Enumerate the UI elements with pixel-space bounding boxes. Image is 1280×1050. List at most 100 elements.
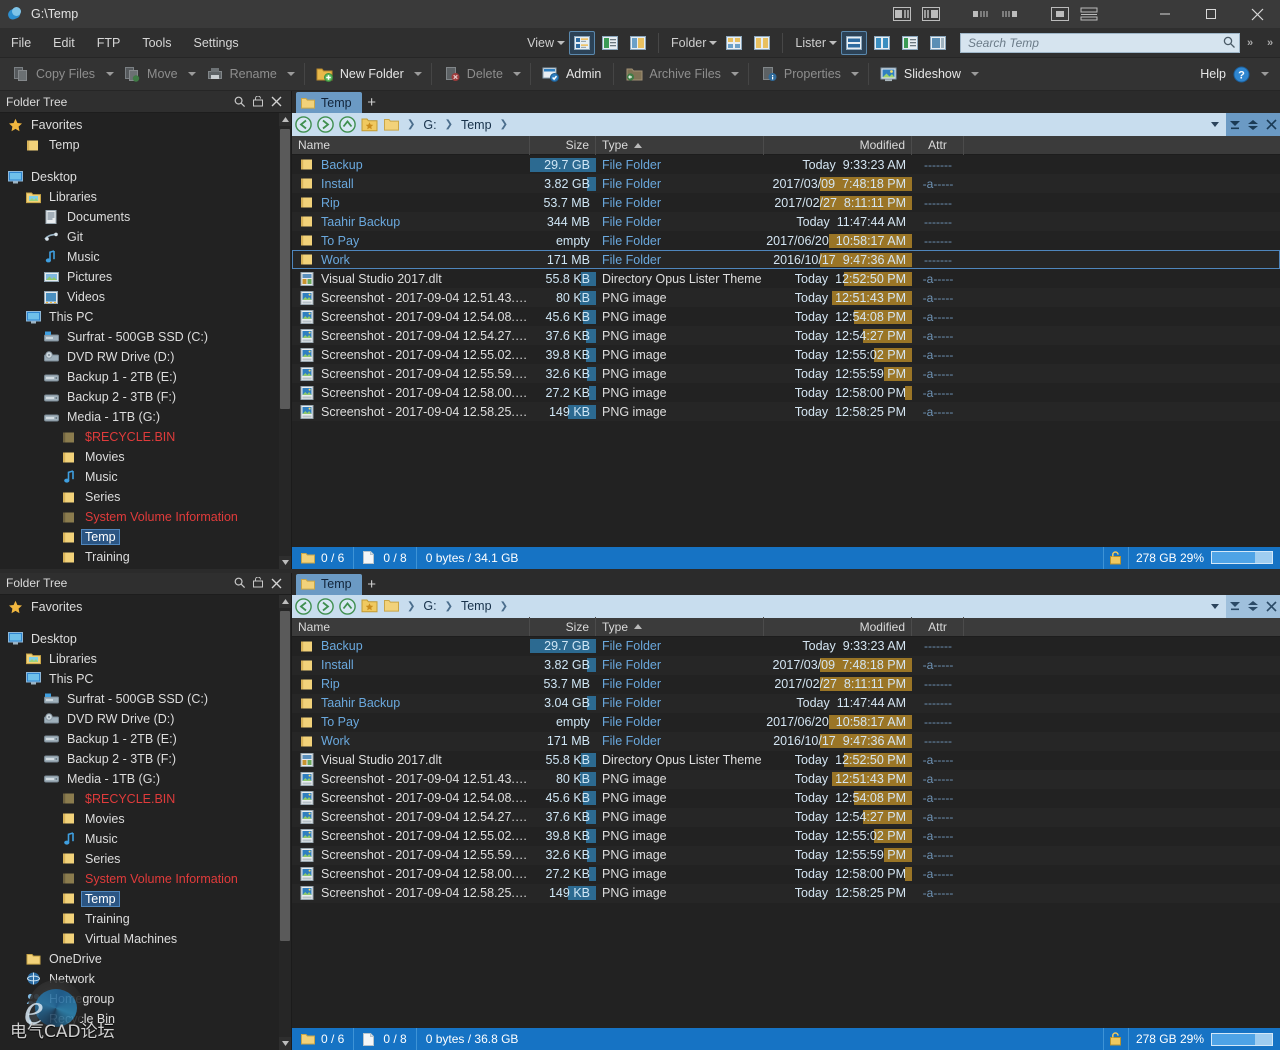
- tree-item-movies[interactable]: Movies: [0, 447, 291, 467]
- slideshow-dropdown-icon[interactable]: [968, 60, 983, 88]
- lister-top-new-tab-button[interactable]: +: [362, 92, 382, 113]
- col-header-type[interactable]: Type: [596, 617, 764, 636]
- table-row[interactable]: Taahir Backup 344 MB File Folder Today 11:47…: [292, 212, 1280, 231]
- cell-name[interactable]: Visual Studio 2017.dlt: [292, 271, 530, 287]
- table-row[interactable]: Screenshot - 2017-09-04 12.58.00.png 27.2…: [292, 865, 1280, 884]
- new-folder-button[interactable]: New Folder: [310, 60, 411, 88]
- copy-files-dropdown-icon[interactable]: [102, 60, 117, 88]
- rename-button[interactable]: Rename: [200, 60, 284, 88]
- folder-grid-icon[interactable]: [721, 31, 747, 55]
- tree-item-documents[interactable]: Documents: [0, 207, 291, 227]
- col-header-name[interactable]: Name: [292, 135, 530, 155]
- tree-item-this-pc[interactable]: This PC: [0, 307, 291, 327]
- cell-name[interactable]: Screenshot - 2017-09-04 12.51.43.png: [292, 290, 530, 306]
- minimize-button[interactable]: [1142, 0, 1188, 28]
- layout-small-right-icon[interactable]: [997, 3, 1023, 25]
- breadcrumb-drive[interactable]: G:: [420, 599, 439, 613]
- table-row[interactable]: Screenshot - 2017-09-04 12.58.25.png 149 …: [292, 402, 1280, 421]
- tree-search-icon[interactable]: [231, 93, 249, 111]
- col-header-modified[interactable]: Modified: [764, 617, 912, 636]
- tree-item-videos[interactable]: Videos: [0, 287, 291, 307]
- tree-item-backup-2-3tb-f[interactable]: Backup 2 - 3TB (F:): [0, 387, 291, 407]
- tree-close-icon[interactable]: [267, 93, 285, 111]
- tree-scroll-up-icon[interactable]: [279, 594, 291, 608]
- menu-tools[interactable]: Tools: [131, 28, 182, 58]
- rename-dropdown-icon[interactable]: [284, 60, 299, 88]
- maximize-button[interactable]: [1188, 0, 1234, 28]
- tree-item-dvd-rw-drive-d[interactable]: DVD RW Drive (D:): [0, 347, 291, 367]
- cell-name[interactable]: Rip: [292, 195, 530, 211]
- move-button[interactable]: Move: [117, 60, 185, 88]
- tree-item-recycle-bin[interactable]: $RECYCLE.BIN: [0, 427, 291, 447]
- col-header-size[interactable]: Size: [530, 135, 596, 155]
- tree-item-pictures[interactable]: Pictures: [0, 267, 291, 287]
- tree-item-music[interactable]: Music: [0, 247, 291, 267]
- tree-item-favorites[interactable]: Favorites: [0, 597, 291, 617]
- cell-name[interactable]: Backup: [292, 157, 530, 173]
- tree-item-onedrive[interactable]: OneDrive: [0, 949, 291, 969]
- col-header-type[interactable]: Type: [596, 135, 764, 155]
- table-row[interactable]: Backup 29.7 GB File Folder Today 9:33:23 AM -…: [292, 155, 1280, 174]
- tree-item-media-1tb-g[interactable]: Media - 1TB (G:): [0, 769, 291, 789]
- pathbar-close-icon[interactable]: [1262, 595, 1280, 618]
- lister-menu-label[interactable]: Lister: [789, 36, 826, 50]
- folder-tree-top-body[interactable]: Favorites Temp Desktop Libraries Documents Gi…: [0, 113, 291, 569]
- view-list-icon[interactable]: [597, 31, 623, 55]
- cell-name[interactable]: Install: [292, 657, 530, 673]
- search-icon[interactable]: [1219, 36, 1239, 49]
- archive-files-button[interactable]: Archive Files: [619, 60, 728, 88]
- table-row[interactable]: Screenshot - 2017-09-04 12.58.00.png 27.2…: [292, 383, 1280, 402]
- menu-ftp[interactable]: FTP: [86, 28, 132, 58]
- lister-top-tab[interactable]: Temp: [296, 92, 362, 113]
- move-dropdown-icon[interactable]: [185, 60, 200, 88]
- table-row[interactable]: Screenshot - 2017-09-04 12.51.43.png 80 K…: [292, 769, 1280, 789]
- menubar-overflow-1[interactable]: »: [1240, 28, 1260, 58]
- tree-item-this-pc[interactable]: This PC: [0, 669, 291, 689]
- menu-settings[interactable]: Settings: [183, 28, 250, 58]
- tree-item-system-volume-information[interactable]: System Volume Information: [0, 507, 291, 527]
- pathbar-expand-icon[interactable]: [1244, 113, 1262, 136]
- cell-name[interactable]: Screenshot - 2017-09-04 12.58.00.png: [292, 385, 530, 401]
- lister-dual-vertical-icon[interactable]: [869, 31, 895, 55]
- copy-files-button[interactable]: Copy Files: [6, 60, 102, 88]
- cell-name[interactable]: To Pay: [292, 714, 530, 730]
- tree-item-series[interactable]: Series: [0, 487, 291, 507]
- forward-icon[interactable]: [314, 113, 336, 136]
- cell-name[interactable]: Screenshot - 2017-09-04 12.54.27.png: [292, 809, 530, 825]
- tree-item-temp[interactable]: Temp: [0, 889, 291, 909]
- tree-item-favorites[interactable]: Favorites: [0, 115, 291, 135]
- cell-name[interactable]: Screenshot - 2017-09-04 12.55.02.png: [292, 828, 530, 844]
- tree-item-media-1tb-g[interactable]: Media - 1TB (G:): [0, 407, 291, 427]
- tree-item-temp[interactable]: Temp: [0, 135, 291, 155]
- view-details-icon[interactable]: [568, 30, 595, 55]
- table-row[interactable]: To Pay empty File Folder 2017/06/20 10:58:17…: [292, 231, 1280, 250]
- tree-item-music[interactable]: Music: [0, 829, 291, 849]
- tree-item-git[interactable]: Git: [0, 227, 291, 247]
- tree-item-libraries[interactable]: Libraries: [0, 649, 291, 669]
- help-dropdown-icon[interactable]: [1257, 60, 1272, 88]
- status-unlocked-icon[interactable]: [1102, 1028, 1129, 1050]
- tree-item-series[interactable]: Series: [0, 849, 291, 869]
- cell-name[interactable]: Screenshot - 2017-09-04 12.55.59.png: [292, 847, 530, 863]
- tree-item-training[interactable]: Training: [0, 547, 291, 567]
- cell-name[interactable]: Screenshot - 2017-09-04 12.51.43.png: [292, 771, 530, 787]
- folder-dropdown-icon[interactable]: [706, 28, 720, 58]
- tree-item-surfrat-500gb-ssd-c[interactable]: Surfrat - 500GB SSD (C:): [0, 327, 291, 347]
- menu-file[interactable]: File: [0, 28, 42, 58]
- lister-bottom-filelist[interactable]: Backup 29.7 GB File Folder Today 9:33:23 AM -…: [292, 636, 1280, 1028]
- tree-item-homegroup[interactable]: Homegroup: [0, 989, 291, 1009]
- view-menu-label[interactable]: View: [521, 36, 554, 50]
- delete-button[interactable]: Delete: [437, 60, 510, 88]
- search-input[interactable]: Search Temp: [961, 36, 1219, 50]
- tree-unpin-icon[interactable]: [249, 574, 267, 592]
- cell-name[interactable]: Screenshot - 2017-09-04 12.58.00.png: [292, 866, 530, 882]
- tree-item-recycle-bin[interactable]: Recycle Bin: [0, 1009, 291, 1029]
- help-button[interactable]: Help ?: [1194, 60, 1257, 88]
- table-row[interactable]: Work 171 MB File Folder 2016/10/17 9:47:36 A…: [292, 250, 1280, 269]
- cell-name[interactable]: Screenshot - 2017-09-04 12.55.02.png: [292, 347, 530, 363]
- tree-unpin-icon[interactable]: [249, 93, 267, 111]
- layout-small-left-icon[interactable]: [968, 3, 994, 25]
- col-header-size[interactable]: Size: [530, 617, 596, 636]
- table-row[interactable]: Screenshot - 2017-09-04 12.55.59.png 32.6…: [292, 364, 1280, 383]
- tree-item-dvd-rw-drive-d[interactable]: DVD RW Drive (D:): [0, 709, 291, 729]
